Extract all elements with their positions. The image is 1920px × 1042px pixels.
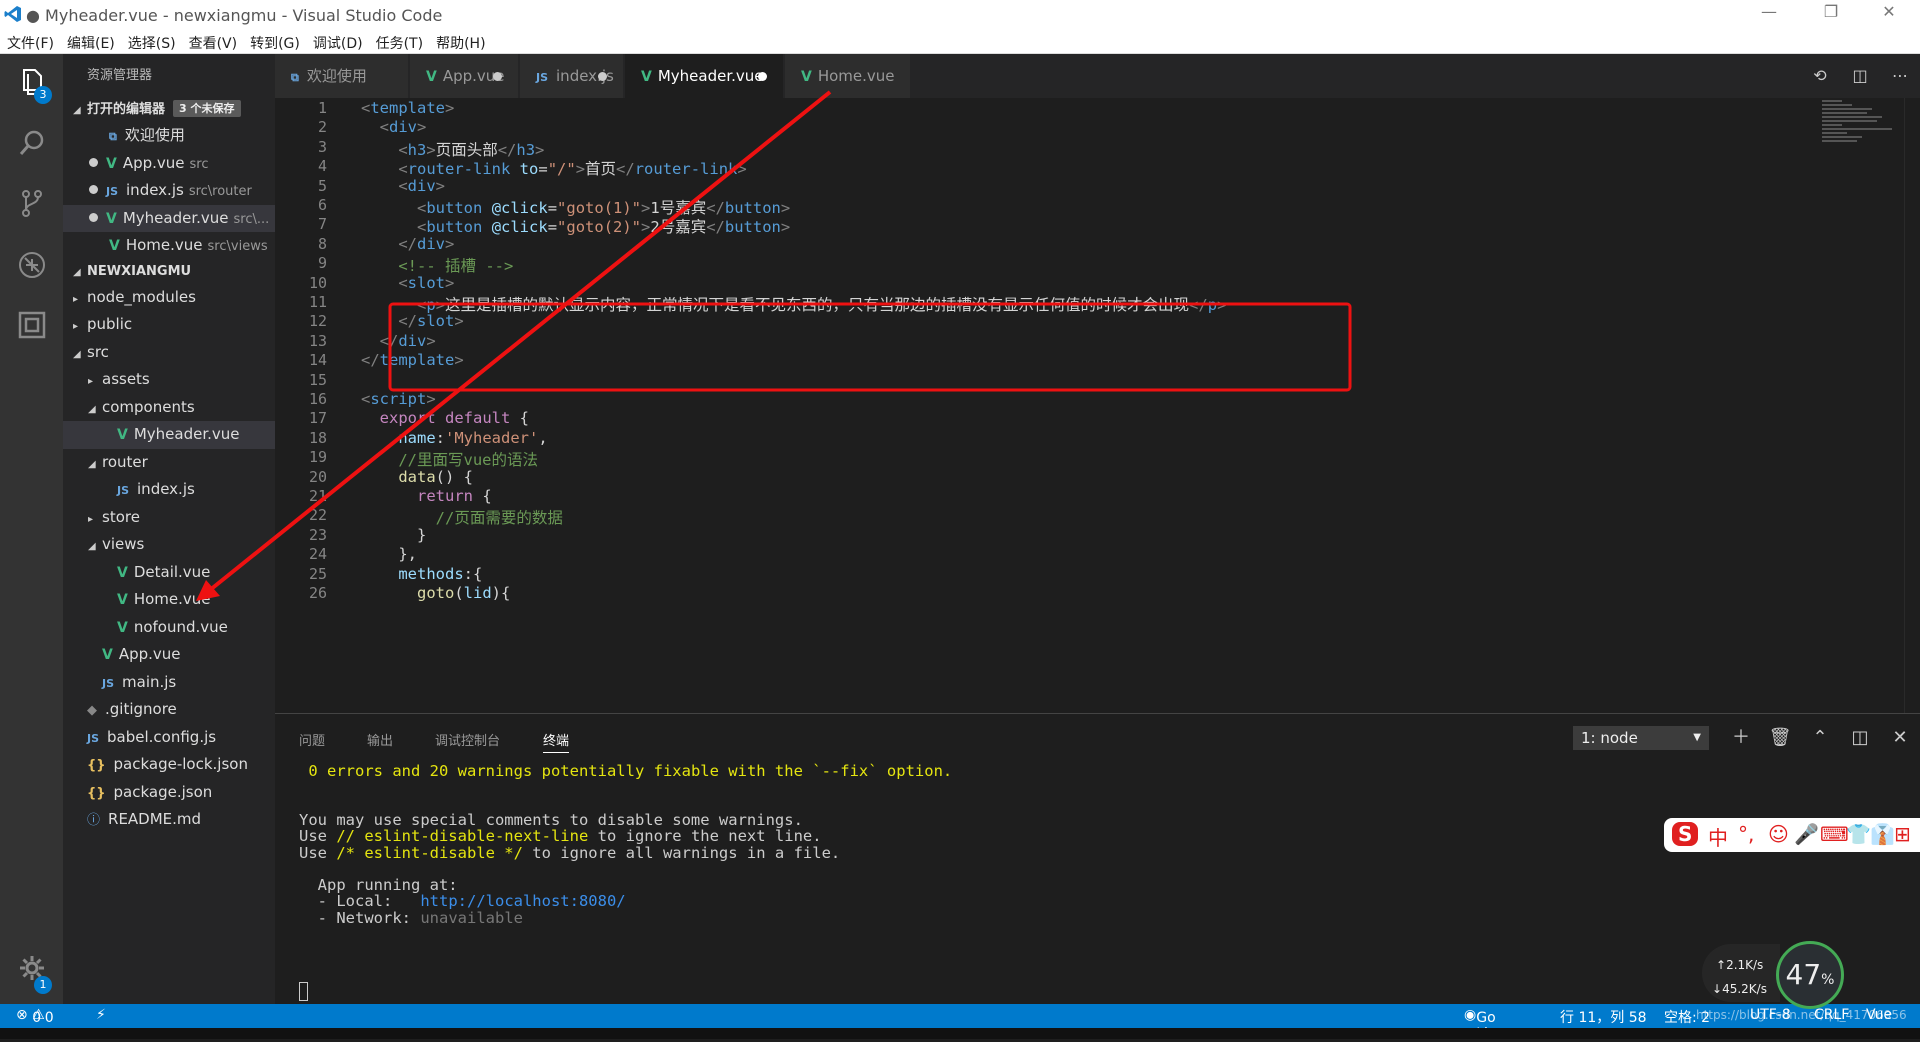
annotation-arrow-line [203, 90, 832, 596]
annotation-highlight-box [388, 302, 1352, 392]
annotation-overlay [196, 90, 1352, 601]
